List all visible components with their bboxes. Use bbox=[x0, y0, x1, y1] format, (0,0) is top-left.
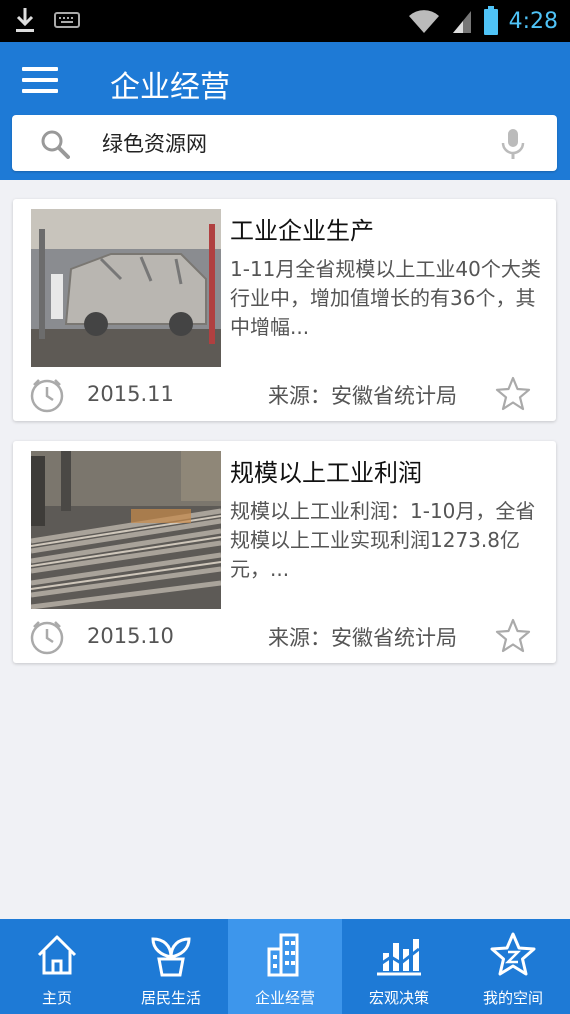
status-time: 4:28 bbox=[508, 8, 558, 34]
article-date: 2015.10 bbox=[87, 624, 174, 648]
bar-chart-icon bbox=[377, 939, 421, 976]
nav-item-business[interactable]: 企业经营 bbox=[228, 919, 342, 1014]
article-source: 来源：安徽省统计局 bbox=[268, 384, 457, 408]
building-icon bbox=[267, 933, 299, 977]
article-summary: 1-11月全省规模以上工业40个大类行业中，增加值增长的有36个，其中增幅... bbox=[230, 257, 541, 339]
battery-icon bbox=[483, 6, 498, 35]
nav-label: 企业经营 bbox=[254, 989, 315, 1007]
microphone-icon[interactable] bbox=[498, 127, 528, 161]
search-icon[interactable] bbox=[40, 129, 70, 159]
download-icon bbox=[16, 8, 34, 32]
article-thumbnail-steel-mill bbox=[31, 451, 221, 609]
status-bar: 4:28 bbox=[0, 0, 570, 42]
article-title[interactable]: 工业企业生产 bbox=[230, 211, 374, 246]
article-summary: 规模以上工业利润：1-10月，全省规模以上工业实现利润1273.8亿元，... bbox=[230, 499, 536, 581]
nav-label: 我的空间 bbox=[482, 989, 543, 1007]
plant-icon bbox=[151, 937, 191, 977]
nav-label: 主页 bbox=[41, 989, 72, 1007]
home-icon bbox=[37, 935, 77, 975]
article-title[interactable]: 规模以上工业利润 bbox=[230, 453, 422, 488]
app-bar: 企业经营 bbox=[0, 42, 570, 180]
favorite-star-icon[interactable] bbox=[494, 617, 532, 655]
nav-item-living[interactable]: 居民生活 bbox=[114, 919, 228, 1014]
star-badge-icon bbox=[490, 932, 536, 976]
menu-icon bbox=[22, 67, 58, 71]
nav-label: 宏观决策 bbox=[368, 989, 429, 1007]
search-box[interactable] bbox=[12, 115, 557, 171]
nav-item-my-space[interactable]: 我的空间 bbox=[456, 919, 570, 1014]
menu-button[interactable] bbox=[22, 67, 58, 97]
nav-item-macro[interactable]: 宏观决策 bbox=[342, 919, 456, 1014]
favorite-star-icon[interactable] bbox=[494, 375, 532, 413]
keyboard-icon bbox=[54, 12, 80, 28]
search-input[interactable] bbox=[102, 123, 492, 163]
article-card[interactable]: 规模以上工业利润 规模以上工业利润：1-10月，全省规模以上工业实现利润1273… bbox=[13, 441, 556, 663]
signal-icon bbox=[452, 11, 471, 33]
article-date: 2015.11 bbox=[87, 382, 174, 406]
wifi-icon bbox=[408, 10, 439, 33]
article-card[interactable]: 工业企业生产 1-11月全省规模以上工业40个大类行业中，增加值增长的有36个，… bbox=[13, 199, 556, 421]
article-source: 来源：安徽省统计局 bbox=[268, 626, 457, 650]
bottom-nav: 主页 居民生活 企业经营 宏观决策 我的空间 bbox=[0, 919, 570, 1014]
clock-icon bbox=[30, 621, 64, 655]
page-title: 企业经营 bbox=[110, 70, 230, 105]
article-thumbnail-car-factory bbox=[31, 209, 221, 367]
nav-label: 居民生活 bbox=[140, 989, 201, 1007]
clock-icon bbox=[30, 379, 64, 413]
nav-item-home[interactable]: 主页 bbox=[0, 919, 114, 1014]
